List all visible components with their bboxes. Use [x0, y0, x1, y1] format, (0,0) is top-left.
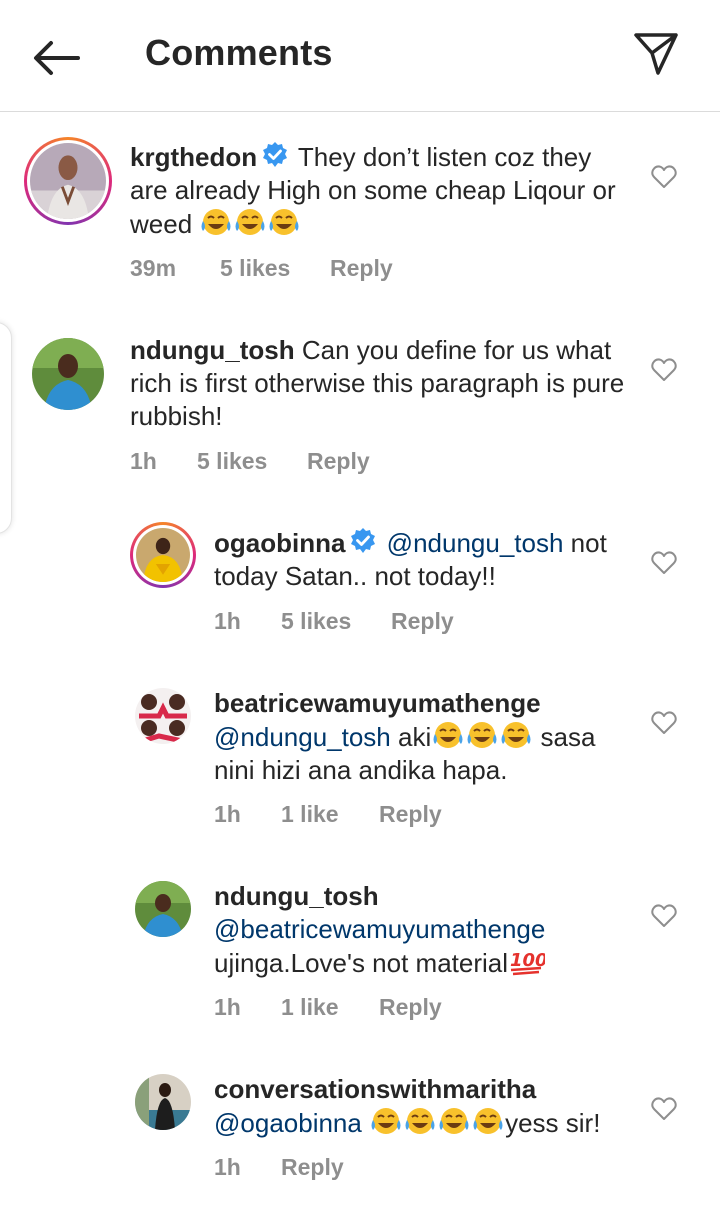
share-button[interactable]	[626, 26, 686, 82]
heart-icon	[651, 358, 677, 381]
like-button[interactable]	[646, 1091, 682, 1127]
reply-button[interactable]: Reply	[391, 608, 454, 635]
tears-of-joy-emoji-icon	[235, 209, 265, 235]
heart-icon	[651, 711, 677, 734]
verified-badge-icon	[263, 142, 288, 167]
reply-username[interactable]: ogaobinna	[214, 528, 345, 558]
avatar-photo	[135, 881, 191, 937]
like-button[interactable]	[646, 898, 682, 934]
avatar[interactable]	[24, 137, 112, 225]
reply-username[interactable]: ndungu_tosh	[214, 881, 379, 911]
tears-of-joy-emoji-icon	[501, 722, 531, 748]
reply-time: 1h	[214, 1154, 241, 1180]
reply-button[interactable]: Reply	[379, 994, 442, 1021]
like-count[interactable]: 1 like	[281, 801, 379, 828]
page-title: Comments	[145, 32, 333, 73]
avatar[interactable]	[135, 881, 191, 937]
reply-time: 1h	[214, 608, 241, 634]
like-count[interactable]: 5 likes	[281, 608, 391, 635]
comment-time: 1h	[130, 448, 157, 474]
hundred-points-icon: 100	[510, 950, 545, 976]
avatar-photo	[136, 528, 190, 582]
comment-time: 39m	[130, 255, 177, 281]
avatar[interactable]	[135, 1074, 191, 1130]
heart-icon	[651, 551, 677, 574]
tears-of-joy-emoji-icon	[467, 722, 497, 748]
comment-username[interactable]: ndungu_tosh	[130, 335, 295, 365]
reply-time: 1h	[214, 801, 241, 827]
like-count[interactable]: 1 like	[281, 994, 379, 1021]
emoji-group	[199, 209, 301, 239]
avatar-photo	[30, 143, 106, 219]
avatar[interactable]	[130, 522, 196, 588]
top-bar: Comments	[0, 0, 720, 112]
tears-of-joy-emoji-icon	[269, 209, 299, 235]
reply-username[interactable]: beatricewamuyumathenge	[214, 688, 541, 718]
reply-text-a: aki	[398, 722, 432, 752]
like-count[interactable]: 5 likes	[220, 255, 330, 282]
mention-link[interactable]: @ndungu_tosh	[387, 528, 564, 558]
avatar-photo	[32, 338, 104, 410]
like-button[interactable]	[646, 159, 682, 195]
reply-time: 1h	[214, 994, 241, 1020]
tears-of-joy-emoji-icon	[201, 209, 231, 235]
like-button[interactable]	[646, 545, 682, 581]
avatar[interactable]	[135, 688, 191, 744]
tears-of-joy-emoji-icon	[439, 1108, 469, 1134]
comments-screen: Comments krgthedon They don’t listen coz…	[0, 0, 720, 1224]
heart-icon	[651, 165, 677, 188]
reply-text: yess sir!	[505, 1108, 601, 1138]
reply-button[interactable]: Reply	[379, 801, 442, 828]
emoji-group	[431, 722, 533, 752]
tears-of-joy-emoji-icon	[371, 1108, 401, 1134]
tears-of-joy-emoji-icon	[433, 722, 463, 748]
like-count[interactable]: 5 likes	[197, 448, 307, 475]
tears-of-joy-emoji-icon	[473, 1108, 503, 1134]
comment-username[interactable]: krgthedon	[130, 142, 257, 172]
reply-text: ujinga.Love's not material	[214, 948, 509, 978]
mention-link[interactable]: @ndungu_tosh	[214, 722, 391, 752]
like-button[interactable]	[646, 705, 682, 741]
reply-username[interactable]: conversationswithmaritha	[214, 1074, 536, 1104]
emoji-group	[369, 1108, 505, 1138]
mention-link[interactable]: @beatricewamuyumathenge	[214, 914, 545, 944]
avatar-photo	[135, 1074, 191, 1130]
paper-plane-icon	[634, 33, 678, 75]
heart-icon	[651, 904, 677, 927]
reply-button[interactable]: Reply	[281, 1154, 344, 1181]
edge-card	[0, 322, 12, 534]
back-button[interactable]	[26, 28, 86, 88]
verified-badge-icon	[351, 528, 376, 553]
mention-link[interactable]: @ogaobinna	[214, 1108, 362, 1138]
reply-button[interactable]: Reply	[307, 448, 370, 475]
avatar-photo	[135, 688, 191, 744]
like-button[interactable]	[646, 352, 682, 388]
arrow-left-icon	[34, 41, 80, 75]
avatar[interactable]	[32, 338, 104, 410]
reply-button[interactable]: Reply	[330, 255, 393, 282]
tears-of-joy-emoji-icon	[405, 1108, 435, 1134]
heart-icon	[651, 1097, 677, 1120]
